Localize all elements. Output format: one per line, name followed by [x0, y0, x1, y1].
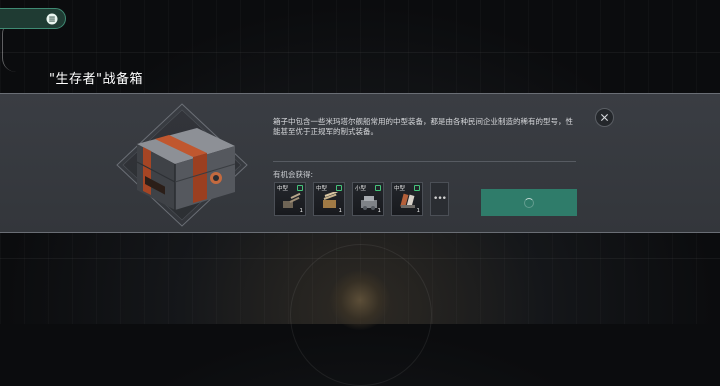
crate-info-panel: 箱子中包含一些米玛塔尔舰船常用的中型装备，都是由各种民间企业制造的稀有的型号，性… [0, 93, 720, 233]
background-core [330, 270, 390, 330]
hamburger-icon [46, 13, 58, 24]
divider [273, 161, 576, 162]
reward-item[interactable]: 中型 1 [391, 182, 423, 216]
possible-rewards-label: 有机会获得: [273, 170, 314, 179]
close-icon [600, 113, 609, 122]
item-size-label: 中型 [394, 186, 406, 192]
item-tier-badge [375, 185, 381, 191]
open-crate-button[interactable] [481, 189, 577, 216]
reward-item[interactable]: 中型 1 [313, 182, 345, 216]
item-count: 1 [338, 208, 343, 214]
item-count: 1 [377, 208, 382, 214]
crate-icon [116, 103, 248, 227]
item-tier-badge [297, 185, 303, 191]
item-size-label: 中型 [316, 186, 328, 192]
close-button[interactable] [595, 108, 614, 127]
loading-spinner-icon [524, 197, 534, 208]
crate-description: 箱子中包含一些米玛塔尔舰船常用的中型装备，都是由各种民间企业制造的稀有的型号，性… [273, 117, 573, 136]
item-tier-badge [336, 185, 342, 191]
item-count: 1 [416, 208, 421, 214]
background-line [0, 52, 720, 53]
item-size-label: 中型 [277, 186, 289, 192]
more-rewards-button[interactable]: ••• [430, 182, 449, 216]
menu-button[interactable] [0, 8, 66, 29]
crate-title: "生存者"战备箱 [49, 72, 143, 87]
possible-rewards-list: 中型 1 中型 1 小型 1 中型 1 ••• [274, 182, 449, 216]
reward-item[interactable]: 小型 1 [352, 182, 384, 216]
item-tier-badge [414, 185, 420, 191]
reward-item[interactable]: 中型 1 [274, 182, 306, 216]
item-size-label: 小型 [355, 186, 367, 192]
item-count: 1 [299, 208, 304, 214]
